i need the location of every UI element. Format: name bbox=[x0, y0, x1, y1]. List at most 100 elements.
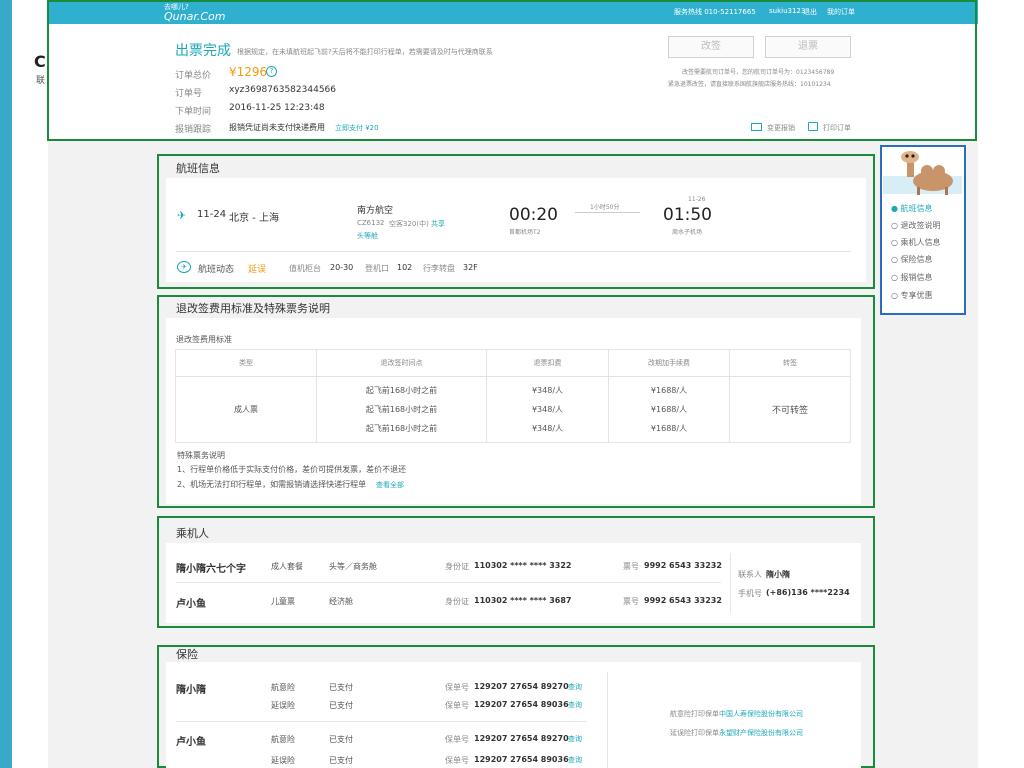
sidenav-item-refund-rules[interactable]: ○ 退改签说明 bbox=[891, 220, 941, 231]
aircraft-type: 空客320(中) bbox=[389, 220, 429, 228]
ins-company-link-2[interactable]: 永望财产保险股份有限公司 bbox=[719, 729, 803, 737]
passenger-cabin-2: 经济舱 bbox=[329, 597, 353, 606]
ins-policy-label-2-2: 保单号 bbox=[445, 756, 469, 765]
ins-note-2: 延误险打印保单永望财产保险股份有限公司 bbox=[670, 728, 803, 738]
insured-name-2: 卢小鱼 bbox=[176, 737, 206, 748]
share-link[interactable]: 共享 bbox=[431, 219, 445, 229]
sidenav-item-passengers[interactable]: ○ 乘机人信息 bbox=[891, 237, 941, 248]
order-number-label: 订单号 bbox=[175, 89, 203, 99]
special-title: 特殊票务说明 bbox=[177, 451, 225, 460]
plane-icon: ✈ bbox=[177, 209, 187, 222]
fee-time-1: 起飞前168小时之前 bbox=[365, 386, 438, 395]
pay-now-link[interactable]: 立即支付 ¥20 bbox=[335, 123, 379, 133]
sidenav-flight-label: 航班信息 bbox=[900, 204, 933, 213]
depart-time: 00:20 bbox=[509, 205, 558, 225]
modify-voucher-icon bbox=[751, 123, 762, 131]
ins-type-2-1: 航意险 bbox=[271, 735, 295, 744]
sidenav-item-offers[interactable]: ○ 专享优惠 bbox=[891, 290, 933, 301]
passenger-ticket-no-1: 9992 6543 33232 bbox=[644, 561, 722, 570]
sidenav-insurance-label: 保险信息 bbox=[900, 255, 933, 264]
ins-policy-label-2-1: 保单号 bbox=[445, 735, 469, 744]
ins-note-2-prefix: 延误险打印保单 bbox=[670, 729, 719, 737]
flight-divider bbox=[176, 251, 851, 252]
depart-airport: 首都机场T2 bbox=[509, 229, 541, 236]
camel-mascot-icon bbox=[901, 151, 953, 195]
baggage-value: 32F bbox=[463, 263, 478, 272]
print-icon bbox=[808, 122, 818, 131]
sidenav-item-insurance[interactable]: ○ 保险信息 bbox=[891, 254, 933, 265]
modify-voucher-link[interactable]: 变更报销 bbox=[767, 123, 795, 133]
ins-query-2-1[interactable]: 查询 bbox=[568, 734, 582, 744]
arrive-date: 11-26 bbox=[688, 196, 706, 203]
sidenav-item-reimburse[interactable]: ○ 报销信息 bbox=[891, 272, 933, 283]
fee-change-3: ¥1688/人 bbox=[650, 424, 688, 433]
passenger-ticket-label-2: 票号 bbox=[623, 597, 639, 606]
view-all-link[interactable]: 查看全部 bbox=[376, 480, 404, 490]
passenger-ticket-no-2: 9992 6543 33232 bbox=[644, 596, 722, 605]
fee-header-change: 改期加手续费 bbox=[608, 349, 730, 377]
total-label: 订单总价 bbox=[175, 71, 212, 81]
passenger-id-2: 110302 **** **** 3687 bbox=[474, 596, 572, 605]
help-icon[interactable]: ? bbox=[266, 66, 277, 77]
gate-label: 登机口 bbox=[365, 264, 389, 273]
ins-status-2-2: 已支付 bbox=[329, 756, 353, 765]
change-button[interactable]: 改签 bbox=[668, 36, 754, 58]
passenger-panel bbox=[166, 543, 861, 623]
fee-table-row: 成人票 起飞前168小时之前 起飞前168小时之前 起飞前168小时之前 ¥34… bbox=[175, 376, 851, 443]
sidenav-item-flight[interactable]: ● 航班信息 bbox=[891, 203, 933, 214]
fee-refund-1: ¥348/人 bbox=[531, 386, 564, 395]
ins-type-2-2: 延误险 bbox=[271, 756, 295, 765]
fee-type-cell: 成人票 bbox=[175, 376, 317, 443]
ins-query-2-2[interactable]: 查询 bbox=[568, 755, 582, 765]
refund-button[interactable]: 退票 bbox=[765, 36, 851, 58]
flight-date: 11-24 bbox=[197, 209, 227, 220]
ins-status-1-1: 已支付 bbox=[329, 683, 353, 692]
passenger-id-1: 110302 **** **** 3322 bbox=[474, 561, 572, 570]
order-status: 出票完成 bbox=[175, 43, 231, 59]
fee-refund-3: ¥348/人 bbox=[531, 424, 564, 433]
ins-policy-1-2: 129207 27654 89036 bbox=[474, 700, 569, 709]
insured-name-1: 隋小隋 bbox=[176, 685, 206, 696]
flight-route: 北京 - 上海 bbox=[229, 213, 279, 224]
order-time-value: 2016-11-25 12:23:48 bbox=[229, 103, 325, 113]
ins-note-1: 航意险打印保单中国人寿保险股份有限公司 bbox=[670, 709, 803, 719]
ins-company-link-1[interactable]: 中国人寿保险股份有限公司 bbox=[719, 710, 803, 718]
cabin-link[interactable]: 头等舱 bbox=[357, 231, 378, 241]
special-line-1: 1、行程单价格低于实际支付价格，差价可提供发票，差价不退还 bbox=[177, 465, 407, 474]
flight-duration: 1小时50分 bbox=[590, 204, 620, 211]
passenger-ticket-label-1: 票号 bbox=[623, 562, 639, 571]
ins-policy-1-1: 129207 27654 89270 bbox=[474, 682, 569, 691]
partial-text-behind: 联 bbox=[36, 76, 46, 86]
fee-subtitle: 退改签费用标准 bbox=[176, 335, 232, 344]
ins-policy-2-1: 129207 27654 89270 bbox=[474, 734, 569, 743]
print-order-link[interactable]: 打印订单 bbox=[823, 123, 851, 133]
ins-policy-2-2: 129207 27654 89036 bbox=[474, 755, 569, 764]
passenger-ticket-type-1: 成人套餐 bbox=[271, 562, 303, 571]
airline-order-note: 改签需要航司订单号，您的航司订单号为：0123456789 bbox=[682, 69, 835, 76]
ins-status-2-1: 已支付 bbox=[329, 735, 353, 744]
special-line-2: 2、机场无法打印行程单，如需报销请选择快递行程单 bbox=[177, 480, 367, 489]
fee-change-1: ¥1688/人 bbox=[650, 386, 688, 395]
order-notice: 根据规定，在未填航班起飞前?天后将不能打印行程单，若需要请及时与代理商联系 bbox=[237, 48, 493, 56]
passenger-name-2: 卢小鱼 bbox=[176, 599, 206, 610]
phone-label: 手机号 bbox=[738, 589, 762, 598]
arrive-airport: 周水子机场 bbox=[672, 229, 703, 236]
fee-header-refund: 退票扣费 bbox=[486, 349, 609, 377]
emergency-note: 紧急退票改签，请直接联系国航旗舰店服务热线：10101234 bbox=[668, 81, 831, 88]
fee-table-header: 类型 退改签时间点 退票扣费 改期加手续费 转签 bbox=[175, 349, 851, 377]
ins-query-1-1[interactable]: 查询 bbox=[568, 682, 582, 692]
ins-status-1-2: 已支付 bbox=[329, 701, 353, 710]
partial-logo-behind: C bbox=[34, 52, 46, 71]
reimburse-label: 报销跟踪 bbox=[175, 125, 212, 135]
fee-header-type: 类型 bbox=[175, 349, 317, 377]
left-edge-strip bbox=[0, 0, 12, 768]
reimburse-value: 报销凭证尚未支付快递费用 bbox=[229, 123, 325, 132]
order-time-label: 下单时间 bbox=[175, 107, 212, 117]
counter-label: 值机柜台 bbox=[289, 264, 321, 273]
fee-refund-2: ¥348/人 bbox=[531, 405, 564, 414]
ins-type-1-2: 延误险 bbox=[271, 701, 295, 710]
fee-change-2: ¥1688/人 bbox=[650, 405, 688, 414]
passenger-id-label-1: 身份证 bbox=[445, 562, 469, 571]
passenger-cabin-1: 头等／商务舱 bbox=[329, 562, 377, 571]
ins-query-1-2[interactable]: 查询 bbox=[568, 700, 582, 710]
